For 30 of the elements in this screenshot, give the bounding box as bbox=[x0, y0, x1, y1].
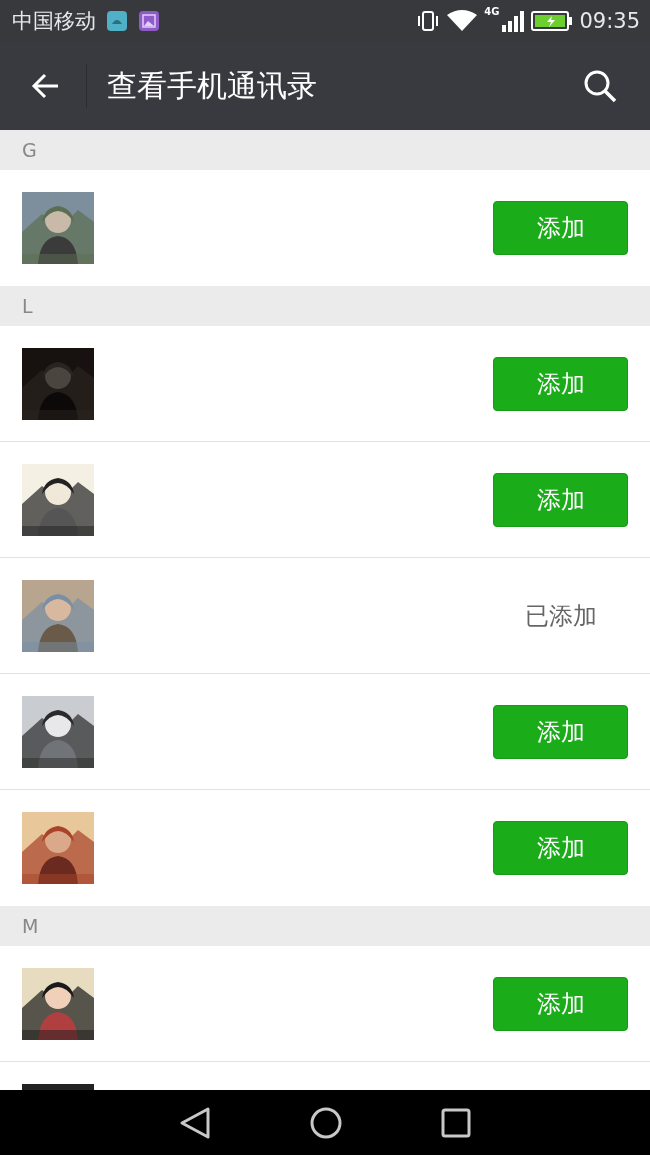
add-button[interactable]: 添加 bbox=[493, 472, 628, 527]
add-button[interactable]: 添加 bbox=[493, 356, 628, 411]
app-icon bbox=[106, 10, 128, 32]
carrier-name: 中国移动 bbox=[12, 8, 96, 35]
contact-row[interactable]: 添加 bbox=[0, 442, 650, 558]
vibrate-icon bbox=[416, 10, 441, 32]
contact-row[interactable]: 添加 bbox=[0, 674, 650, 790]
wifi-icon bbox=[446, 9, 479, 33]
contact-row[interactable]: 添加 bbox=[0, 326, 650, 442]
contact-row[interactable]: 添加 bbox=[0, 170, 650, 286]
image-icon bbox=[138, 10, 160, 32]
contact-row[interactable]: 添加 bbox=[0, 790, 650, 906]
battery-icon bbox=[531, 10, 574, 32]
back-icon[interactable] bbox=[179, 1105, 211, 1140]
section-header: M bbox=[0, 906, 650, 946]
recent-apps-icon[interactable] bbox=[441, 1107, 471, 1138]
signal-icon bbox=[501, 9, 526, 33]
clock: 09:35 bbox=[579, 9, 640, 33]
contact-row[interactable]: 添加 bbox=[0, 946, 650, 1062]
add-button[interactable]: 添加 bbox=[493, 821, 628, 875]
contact-row[interactable]: 已添加 bbox=[0, 558, 650, 674]
home-icon[interactable] bbox=[309, 1105, 343, 1140]
add-button[interactable]: 添加 bbox=[493, 201, 628, 255]
add-button[interactable]: 添加 bbox=[493, 976, 628, 1031]
section-header: G bbox=[0, 130, 650, 170]
network-type: 4G bbox=[484, 6, 500, 17]
added-label: 已添加 bbox=[523, 600, 598, 632]
section-header: L bbox=[0, 286, 650, 326]
page-title: 查看手机通讯录 bbox=[107, 66, 318, 105]
add-button[interactable]: 添加 bbox=[493, 704, 628, 759]
